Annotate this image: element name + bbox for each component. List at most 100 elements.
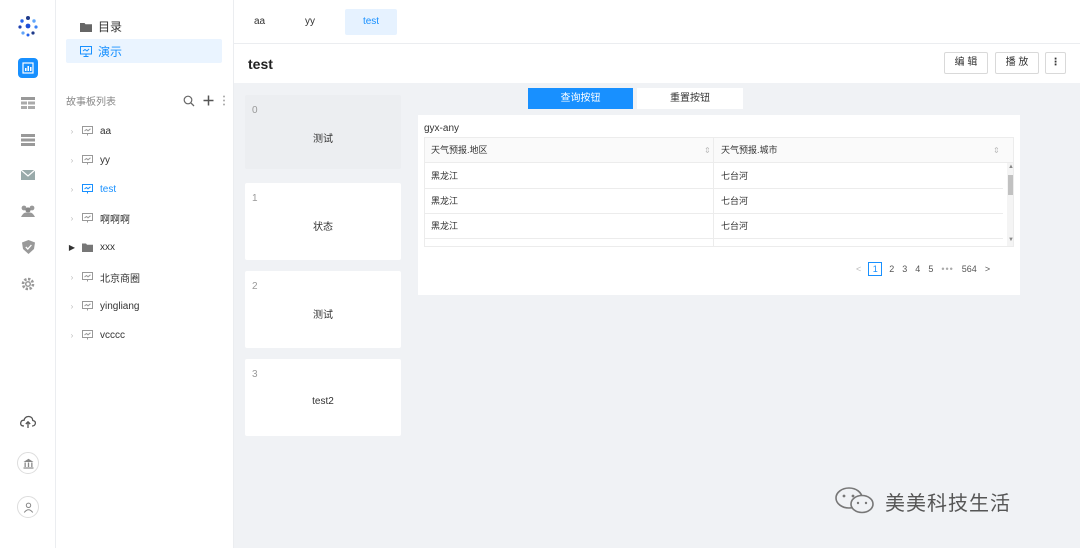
board-icon (81, 184, 93, 194)
tree-node-yy[interactable]: › yy (66, 150, 226, 170)
table-icon[interactable] (18, 93, 38, 113)
story-card-title: 状态 (313, 222, 333, 233)
watermark: 美美科技生活 (833, 484, 1011, 518)
tab-test[interactable]: test (345, 9, 397, 35)
tree-node-vcccc[interactable]: › vcccc (66, 325, 226, 345)
bank-icon[interactable] (17, 452, 39, 474)
apps-logo-icon[interactable] (16, 14, 40, 38)
shield-icon[interactable] (18, 237, 38, 257)
folder-icon (80, 22, 92, 32)
story-card-index: 0 (252, 105, 258, 116)
column-divider (713, 138, 714, 246)
prev-page-button[interactable]: < (856, 264, 861, 274)
users-icon[interactable] (18, 201, 38, 221)
gear-icon[interactable] (18, 274, 38, 294)
mail-icon[interactable] (18, 165, 38, 185)
directory-label: 目录 (98, 20, 123, 34)
edit-button[interactable]: 编 辑 (944, 52, 988, 74)
tab-aa[interactable]: aa (244, 9, 275, 35)
sort-icon[interactable]: ⇕ (704, 138, 711, 163)
data-table: 天气预报.地区 ⇕ 天气预报.城市 ⇕ 黑龙江 七台河 黑龙江 七台河 黑龙江 … (424, 137, 1014, 247)
tree-bullet-icon: › (70, 301, 74, 311)
user-icon[interactable] (17, 496, 39, 518)
story-card-3[interactable]: 3 test2 (245, 359, 401, 436)
table-cell: 黑龙江 (431, 171, 459, 181)
story-card-index: 3 (252, 369, 258, 380)
table-cell: 黑龙江 (431, 196, 459, 206)
more-button[interactable]: ⋮ (1045, 52, 1066, 74)
tree-node-label: yy (100, 154, 110, 166)
reset-button[interactable]: 重置按钮 (637, 88, 743, 109)
table-row: 黑龙江 七台河 (425, 164, 1003, 189)
directory-item[interactable]: 目录 (80, 18, 122, 35)
table-cell: 七台河 (721, 196, 749, 206)
tree-node-label: 北京商圈 (100, 273, 140, 285)
page-5[interactable]: 5 (928, 264, 933, 274)
demo-item[interactable]: 演示 (66, 39, 222, 63)
page-3[interactable]: 3 (902, 264, 907, 274)
tree-node-aaa[interactable]: › 啊啊啊 (66, 208, 226, 228)
tree-node-aa[interactable]: › aa (66, 121, 226, 141)
page-title: test (248, 56, 273, 72)
icon-rail (0, 0, 56, 548)
table-row: 海南 万宁 (425, 239, 1003, 246)
scroll-up-icon[interactable]: ▲ (1008, 164, 1013, 170)
scrollbar-thumb[interactable] (1008, 175, 1013, 195)
table-header-row: 天气预报.地区 ⇕ 天气预报.城市 ⇕ (425, 138, 1013, 163)
table-cell: 七台河 (721, 221, 749, 231)
wechat-icon (835, 487, 874, 514)
story-card-2[interactable]: 2 测试 (245, 271, 401, 348)
tree-node-label: 啊啊啊 (100, 214, 130, 226)
dashboard-icon[interactable] (18, 58, 38, 78)
page-header: test 编 辑 播 放 ⋮ (234, 44, 1080, 83)
tree-bullet-icon: › (70, 155, 74, 165)
pagination: < 1 2 3 4 5 ••• 564 > (852, 262, 994, 276)
tree-bullet-icon: › (70, 184, 74, 194)
tree-node-yingliang[interactable]: › yingliang (66, 296, 226, 316)
add-icon[interactable] (203, 95, 214, 106)
tree-node-label: xxx (100, 241, 115, 253)
story-card-title: 测试 (313, 310, 333, 321)
tree-node-beijing[interactable]: › 北京商圈 (66, 267, 226, 287)
tree-bullet-icon: › (70, 272, 74, 282)
story-card-title: test2 (312, 396, 334, 407)
page-2[interactable]: 2 (889, 264, 894, 274)
presentation-icon (80, 45, 92, 57)
page-last[interactable]: 564 (962, 264, 977, 274)
scroll-down-icon[interactable]: ▼ (1008, 237, 1013, 243)
demo-label: 演示 (98, 44, 123, 59)
expand-caret-icon[interactable]: ▶ (66, 243, 78, 252)
story-card-index: 2 (252, 281, 258, 292)
query-button[interactable]: 查询按钮 (528, 88, 633, 109)
story-card-1[interactable]: 1 状态 (245, 183, 401, 260)
cloud-upload-icon[interactable] (18, 412, 38, 432)
column-header-region[interactable]: 天气预报.地区 (425, 138, 488, 163)
tree-node-label: vcccc (100, 329, 125, 341)
list-icon[interactable] (18, 130, 38, 150)
tree-node-test[interactable]: › test (66, 179, 226, 199)
board-icon (81, 155, 93, 165)
page-1[interactable]: 1 (868, 262, 883, 276)
sort-icon[interactable]: ⇕ (993, 138, 1000, 163)
tree-node-label: yingliang (100, 300, 140, 312)
tab-bar: aa yy test (234, 0, 1080, 44)
table-row: 黑龙江 七台河 (425, 189, 1003, 214)
column-header-city[interactable]: 天气预报.城市 (715, 138, 778, 163)
board-icon (81, 301, 93, 311)
story-card-0[interactable]: 0 测试 (245, 95, 401, 169)
tree-node-xxx[interactable]: ▶ xxx (66, 237, 226, 257)
page-4[interactable]: 4 (915, 264, 920, 274)
more-vertical-icon[interactable] (222, 95, 226, 106)
play-button[interactable]: 播 放 (995, 52, 1039, 74)
page-ellipsis[interactable]: ••• (941, 264, 953, 274)
table-panel-title: gyx-any (424, 123, 460, 134)
table-scrollbar[interactable]: ▲ ▼ (1007, 163, 1013, 246)
tree-bullet-icon: › (70, 126, 74, 136)
tab-yy[interactable]: yy (295, 9, 325, 35)
storyboard-list-title: 故事板列表 (66, 97, 116, 108)
board-icon (81, 330, 93, 340)
board-icon (81, 213, 93, 223)
next-page-button[interactable]: > (985, 264, 990, 274)
search-icon[interactable] (183, 95, 195, 107)
storyboard-list-header: 故事板列表 (66, 93, 226, 108)
